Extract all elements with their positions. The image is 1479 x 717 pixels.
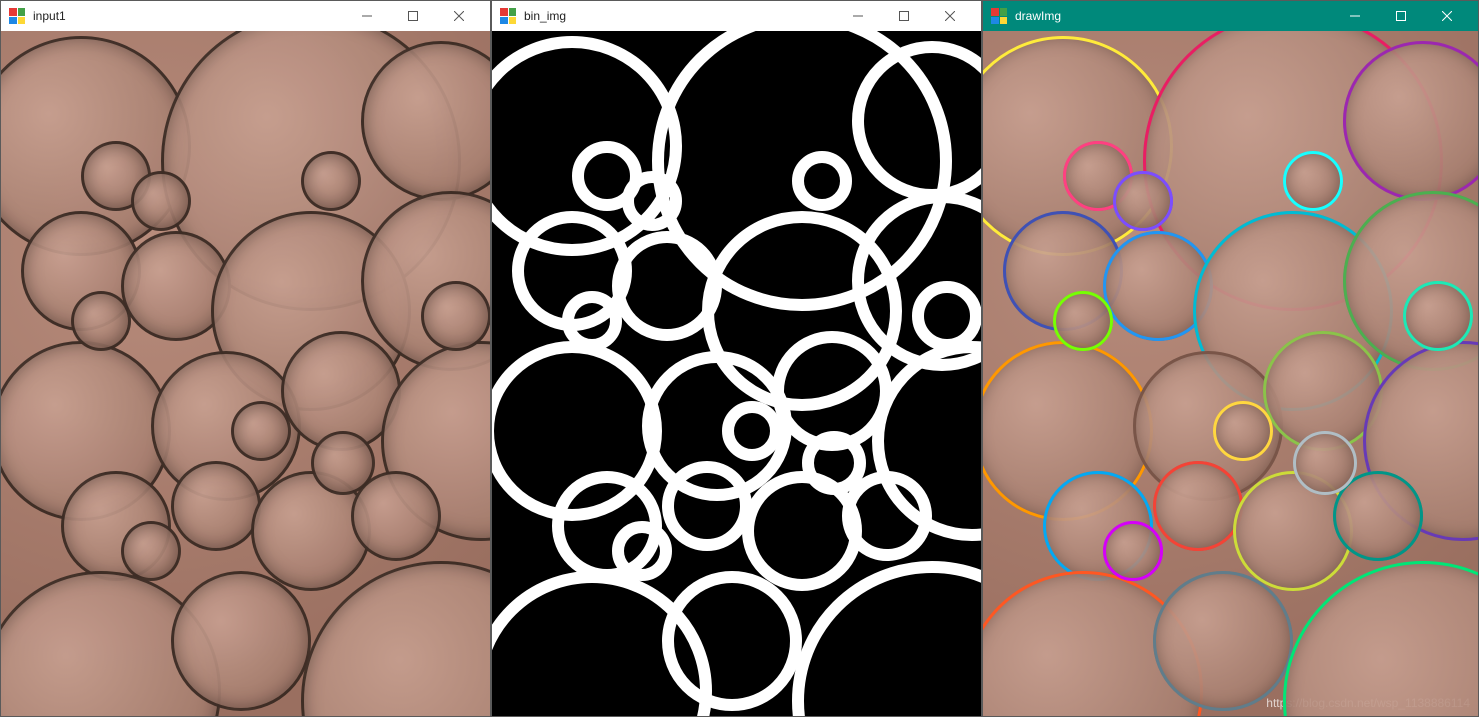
bubble: [421, 281, 490, 351]
contour: [1113, 171, 1173, 231]
bin-contour: [622, 171, 682, 231]
minimize-button[interactable]: [344, 1, 390, 31]
image-view-bin-img: [492, 31, 981, 716]
bin-contour: [662, 461, 752, 551]
minimize-button[interactable]: [835, 1, 881, 31]
bubble: [171, 571, 311, 711]
opencv-icon: [9, 8, 25, 24]
contour: [1213, 401, 1273, 461]
title-input1: input1: [33, 9, 66, 23]
close-button[interactable]: [1424, 1, 1470, 31]
window-draw-img: drawImg https://blog.csdn.net/wsp_113888…: [982, 0, 1479, 717]
bin-contour: [722, 401, 782, 461]
contour: [1283, 151, 1343, 211]
contour: [1103, 521, 1163, 581]
bubble: [231, 401, 291, 461]
close-button[interactable]: [436, 1, 482, 31]
close-button[interactable]: [927, 1, 973, 31]
contour: [1293, 431, 1357, 495]
maximize-button[interactable]: [881, 1, 927, 31]
contour: [1053, 291, 1113, 351]
bin-contour: [802, 431, 866, 495]
image-view-draw-img: https://blog.csdn.net/wsp_1138886114: [983, 31, 1478, 716]
bubble: [311, 431, 375, 495]
titlebar-bin-img[interactable]: bin_img: [492, 1, 981, 31]
minimize-button[interactable]: [1332, 1, 1378, 31]
bin-contour: [912, 281, 981, 351]
title-draw-img: drawImg: [1015, 9, 1061, 23]
title-bin-img: bin_img: [524, 9, 566, 23]
titlebar-input1[interactable]: input1: [1, 1, 490, 31]
maximize-button[interactable]: [390, 1, 436, 31]
contour: [1153, 571, 1293, 711]
bin-contour: [562, 291, 622, 351]
window-bin-img: bin_img: [491, 0, 982, 717]
bubble: [131, 171, 191, 231]
bin-contour: [662, 571, 802, 711]
window-controls: [344, 1, 482, 31]
bin-contour: [612, 521, 672, 581]
contour: [1403, 281, 1473, 351]
bubble: [71, 291, 131, 351]
opencv-icon: [500, 8, 516, 24]
bubble: [301, 151, 361, 211]
window-controls: [1332, 1, 1470, 31]
bubble: [121, 521, 181, 581]
window-input1: input1: [0, 0, 491, 717]
bubble: [171, 461, 261, 551]
contour: [1153, 461, 1243, 551]
titlebar-draw-img[interactable]: drawImg: [983, 1, 1478, 31]
maximize-button[interactable]: [1378, 1, 1424, 31]
bin-contour: [792, 151, 852, 211]
image-view-input1: [1, 31, 490, 716]
window-controls: [835, 1, 973, 31]
opencv-icon: [991, 8, 1007, 24]
